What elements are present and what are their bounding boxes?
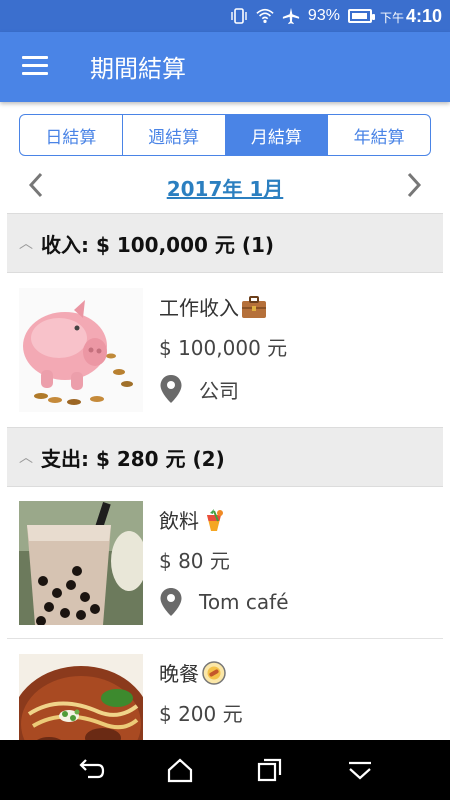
entry-name: 飲料 [159,505,227,534]
page-title: 期間結算 [90,55,186,83]
list-item[interactable]: 工作收入 $ 100,000 元 公司 [7,274,443,424]
month-navigation: 2017年 1月 [0,165,450,205]
wifi-icon [256,8,274,24]
app-bar: 期間結算 [0,32,450,102]
briefcase-icon [242,296,266,318]
system-nav-bar [0,740,450,800]
divider [7,638,443,639]
entry-amount: $ 80 元 [159,549,230,573]
battery-fill [351,13,367,19]
location-label: Tom café [199,590,289,614]
status-icons: 93% 下午 4:10 [230,0,442,32]
entry-location: Tom café [159,587,289,617]
collapse-caret-icon: ︿ [19,450,33,466]
tab-monthly[interactable]: 月結算 [225,115,329,155]
tropical-drink-icon [207,509,223,531]
list-item[interactable]: 晚餐 $ 200 元 [7,640,443,740]
vibrate-icon [231,8,247,24]
collapse-caret-icon: ︿ [19,236,33,252]
entry-amount: $ 200 元 [159,702,243,726]
month-label[interactable]: 2017年 1月 [0,173,450,202]
recents-icon[interactable] [255,756,285,784]
tab-weekly[interactable]: 週結算 [123,115,226,155]
entry-name: 晚餐 [159,658,227,687]
airplane-icon [282,7,300,25]
hamburger-menu-icon[interactable] [22,56,48,76]
location-pin-icon [160,588,182,616]
clock: 下午 4:10 [380,6,442,27]
entry-location: 公司 [159,374,239,404]
dinner-plate-icon [202,661,226,685]
time-prefix: 下午 [379,10,404,25]
battery-percent: 93% [307,7,340,24]
section-title: 收入: $ 100,000 元 (1) [41,232,275,257]
list-item[interactable]: 飲料 $ 80 元 Tom café [7,487,443,637]
location-pin-icon [160,375,182,403]
tab-daily[interactable]: 日結算 [20,115,123,155]
section-title: 支出: $ 280 元 (2) [41,446,225,471]
expense-section-header[interactable]: ︿ 支出: $ 280 元 (2) [7,427,443,487]
hide-keyboard-icon[interactable] [345,756,375,784]
tab-yearly[interactable]: 年結算 [328,115,430,155]
bubble-tea-image [19,501,143,625]
period-tabs: 日結算 週結算 月結算 年結算 [19,114,431,156]
status-bar: 93% 下午 4:10 [0,0,450,32]
chevron-right-icon[interactable] [398,169,428,201]
time: 4:10 [405,5,442,26]
back-icon[interactable] [76,756,106,784]
battery-icon [347,9,375,23]
beef-noodle-soup-image [19,654,143,740]
home-icon[interactable] [165,756,195,784]
location-label: 公司 [199,378,239,403]
entry-amount: $ 100,000 元 [159,336,288,360]
income-section-header[interactable]: ︿ 收入: $ 100,000 元 (1) [7,213,443,273]
entry-name: 工作收入 [159,292,267,321]
piggy-bank-image [19,288,143,412]
